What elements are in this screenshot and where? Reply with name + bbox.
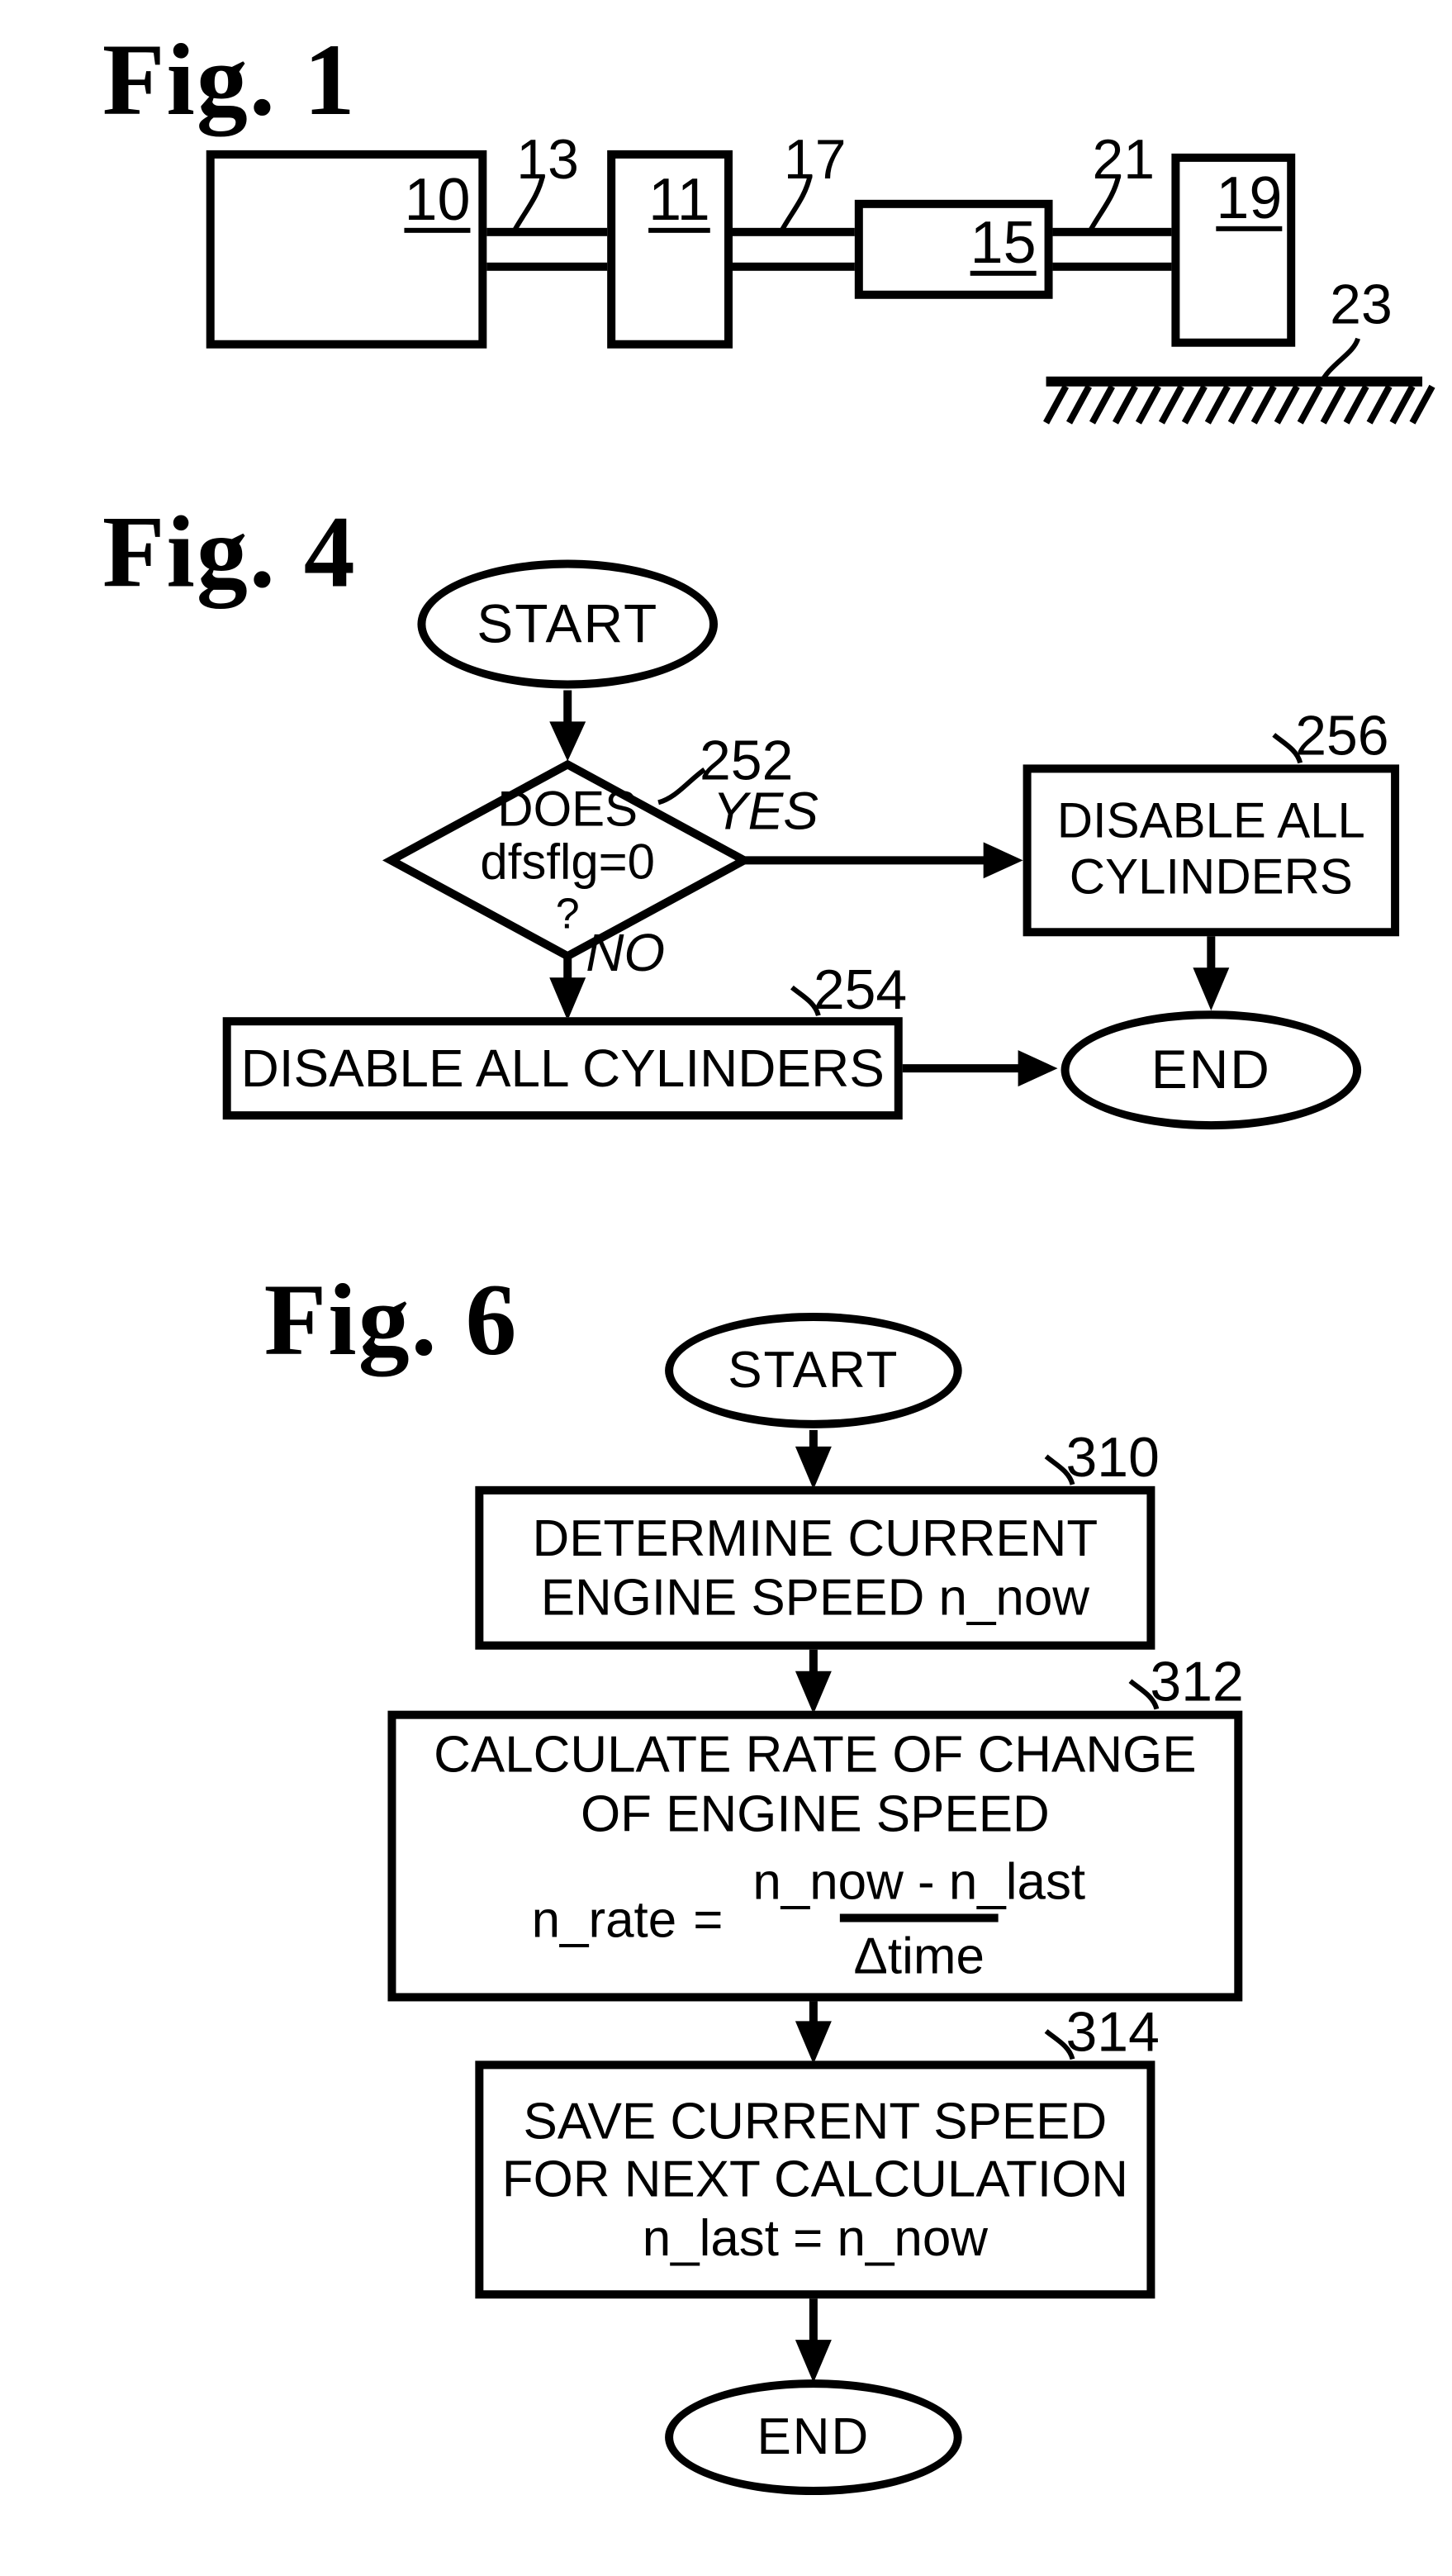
fig6-end-label: END [757, 2407, 871, 2466]
patent-drawing-sheet: Fig. 1 10 11 15 19 13 17 21 23 Fig. 4 ST… [0, 0, 1452, 2553]
fig6-end-node: END [665, 2379, 962, 2496]
fig6-arrow-314-to-end [795, 2298, 832, 2384]
